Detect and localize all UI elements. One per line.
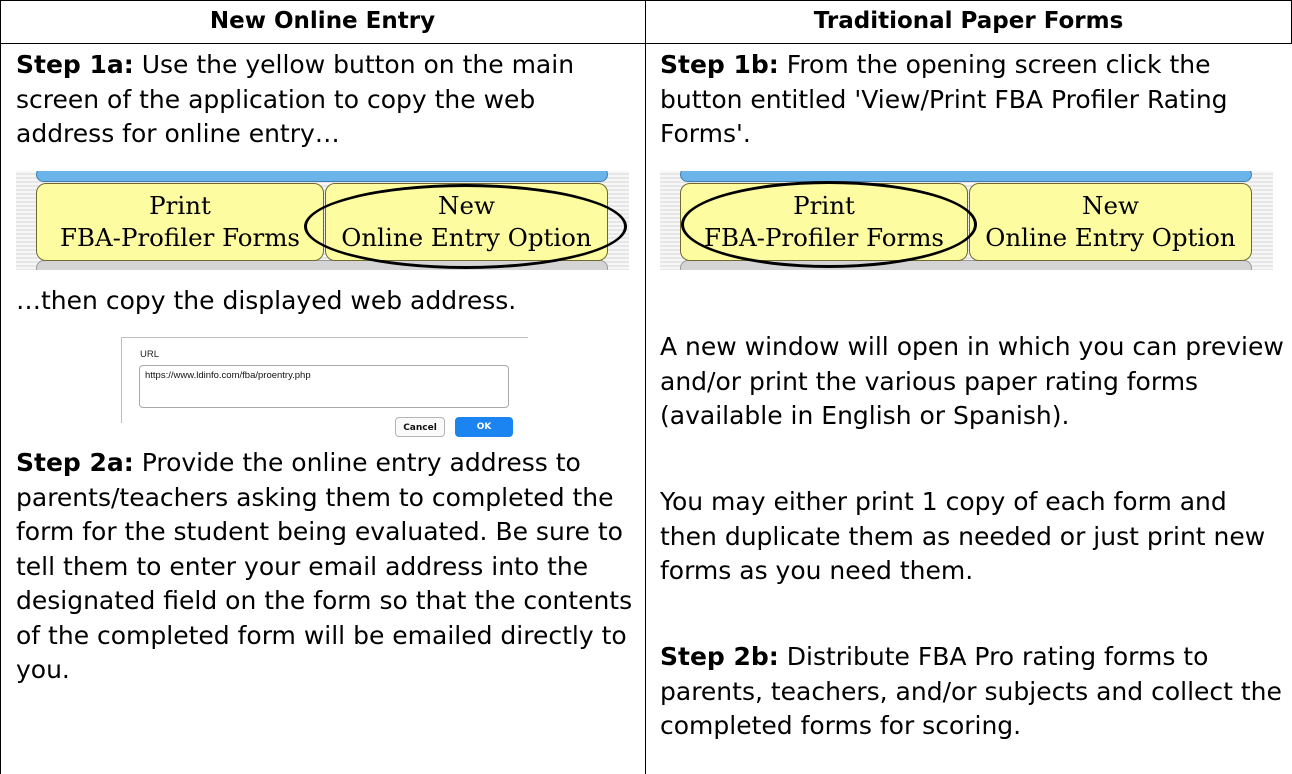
then-copy-text: …then copy the displayed web address. xyxy=(16,286,517,315)
step-2b-text: Step 2b: Distribute FBA Pro rating forms… xyxy=(660,640,1285,744)
step-1a-label: Step 1a: xyxy=(16,50,134,79)
step-1b-label: Step 1b: xyxy=(660,50,779,79)
url-dialog: URL https://www.ldinfo.com/fba/proentry.… xyxy=(121,337,528,423)
highlight-oval-print-forms xyxy=(681,181,977,268)
new-window-paragraph: A new window will open in which you can … xyxy=(660,332,1284,430)
step-2b-label: Step 2b: xyxy=(660,642,779,671)
highlight-oval-new-online-entry xyxy=(304,184,627,269)
new-online-entry-option-button[interactable]: New Online Entry Option xyxy=(969,183,1252,261)
blue-button-edge xyxy=(680,171,1252,182)
cancel-button[interactable]: Cancel xyxy=(395,417,445,437)
print-fba-profiler-forms-button[interactable]: Print FBA-Profiler Forms xyxy=(36,183,324,261)
ok-button[interactable]: OK xyxy=(455,417,513,437)
step-2a-body: Provide the online entry address to pare… xyxy=(16,448,633,684)
step-2a-text: Step 2a: Provide the online entry addres… xyxy=(16,446,636,688)
step-1b-text: Step 1b: From the opening screen click t… xyxy=(660,48,1285,152)
step-1a-text: Step 1a: Use the yellow button on the ma… xyxy=(16,48,636,152)
header-divider xyxy=(0,43,1292,44)
print-button-line1: Print xyxy=(149,191,211,220)
print-copy-paragraph: You may either print 1 copy of each form… xyxy=(660,487,1266,585)
table-top-border xyxy=(0,0,1292,1)
app-buttons-screenshot-right: Print FBA-Profiler Forms New Online Entr… xyxy=(660,171,1273,270)
url-label: URL xyxy=(140,349,160,360)
table-left-border xyxy=(0,0,1,774)
new-button-line2: Online Entry Option xyxy=(985,223,1236,252)
blue-button-edge xyxy=(36,171,608,182)
header-new-online-entry: New Online Entry xyxy=(209,8,436,34)
column-divider xyxy=(645,0,646,774)
url-field[interactable]: https://www.ldinfo.com/fba/proentry.php xyxy=(139,365,509,408)
header-traditional-paper-forms: Traditional Paper Forms xyxy=(813,8,1124,34)
print-button-line2: FBA-Profiler Forms xyxy=(59,223,301,252)
instruction-table: New Online Entry Traditional Paper Forms… xyxy=(0,0,1292,774)
new-button-line1: New xyxy=(1082,191,1139,220)
app-buttons-screenshot-left: Print FBA-Profiler Forms New Online Entr… xyxy=(16,171,629,270)
step-2a-label: Step 2a: xyxy=(16,448,134,477)
